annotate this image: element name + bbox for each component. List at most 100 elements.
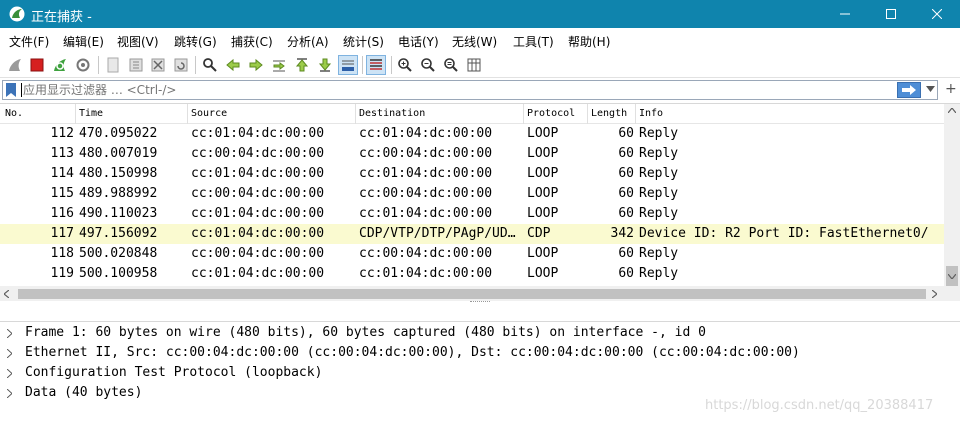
- packet-list-pane: No. Time Source Destination Protocol Len…: [0, 103, 960, 302]
- horizontal-scrollbar[interactable]: [0, 286, 944, 302]
- table-row[interactable]: 114 480.150998 cc:01:04:dc:00:00 cc:01:0…: [0, 164, 944, 184]
- menu-capture[interactable]: 捕获(C): [231, 33, 273, 50]
- chevron-right-icon[interactable]: [932, 290, 937, 298]
- detail-tree-item[interactable]: Ethernet II, Src: cc:00:04:dc:00:00 (cc:…: [0, 343, 960, 363]
- menu-help[interactable]: 帮助(H): [568, 33, 610, 50]
- add-filter-button[interactable]: +: [945, 81, 957, 97]
- table-row[interactable]: 118 500.020848 cc:00:04:dc:00:00 cc:00:0…: [0, 244, 944, 264]
- capture-options-button[interactable]: [73, 55, 93, 75]
- bookmark-icon[interactable]: [5, 83, 17, 97]
- cell-source: cc:00:04:dc:00:00: [191, 246, 325, 261]
- colorize-icon: [370, 59, 382, 70]
- horizontal-scroll-thumb[interactable]: [18, 289, 926, 299]
- open-file-button[interactable]: [103, 55, 123, 75]
- zoom-in-button[interactable]: [395, 55, 415, 75]
- go-first-button[interactable]: [292, 55, 312, 75]
- menu-telephony[interactable]: 电话(Y): [398, 33, 439, 50]
- column-divider[interactable]: [587, 104, 588, 124]
- chevron-right-icon[interactable]: [7, 329, 12, 338]
- menu-file[interactable]: 文件(F): [9, 33, 49, 50]
- cell-protocol: LOOP: [527, 166, 559, 181]
- cell-length: 342: [610, 226, 634, 241]
- chevron-right-icon[interactable]: [7, 369, 12, 378]
- chevron-down-icon[interactable]: [926, 86, 935, 92]
- zoom-normal-button[interactable]: [441, 55, 461, 75]
- cell-info: Reply: [639, 206, 679, 221]
- menu-view[interactable]: 视图(V): [117, 33, 159, 50]
- pane-splitter[interactable]: [0, 301, 960, 303]
- close-button[interactable]: [914, 0, 960, 28]
- column-divider[interactable]: [355, 104, 356, 124]
- column-divider[interactable]: [523, 104, 524, 124]
- column-header-destination[interactable]: Destination: [359, 108, 425, 119]
- cell-no: 115: [50, 186, 74, 201]
- vertical-scrollbar[interactable]: [944, 104, 960, 286]
- menu-statistics[interactable]: 统计(S): [343, 33, 384, 50]
- main-toolbar: [0, 52, 960, 78]
- splitter-grip[interactable]: [470, 301, 490, 303]
- chevron-right-icon[interactable]: [7, 349, 12, 358]
- cell-info: Reply: [639, 146, 679, 161]
- detail-data: Data (40 bytes): [25, 385, 143, 400]
- reload-file-button[interactable]: [171, 55, 191, 75]
- save-file-icon: [129, 58, 143, 72]
- cell-no: 119: [50, 266, 74, 281]
- column-header-info[interactable]: Info: [639, 108, 663, 119]
- column-header-no[interactable]: No.: [5, 108, 23, 119]
- reload-file-icon: [174, 58, 188, 72]
- column-divider[interactable]: [75, 104, 76, 124]
- column-header-time[interactable]: Time: [79, 108, 103, 119]
- display-filter-input[interactable]: [23, 82, 883, 98]
- auto-scroll-button[interactable]: [338, 55, 358, 75]
- table-row[interactable]: 112 470.095022 cc:01:04:dc:00:00 cc:01:0…: [0, 124, 944, 144]
- apply-filter-button[interactable]: [897, 82, 921, 98]
- go-to-packet-icon: [273, 60, 285, 72]
- column-header-protocol[interactable]: Protocol: [527, 108, 575, 119]
- detail-tree-item[interactable]: Frame 1: 60 bytes on wire (480 bits), 60…: [0, 323, 960, 343]
- cell-no: 112: [50, 126, 74, 141]
- maximize-icon: [886, 9, 896, 19]
- menu-tools[interactable]: 工具(T): [513, 33, 554, 50]
- go-back-button[interactable]: [223, 55, 243, 75]
- resize-columns-icon: [467, 58, 481, 72]
- restart-capture-button[interactable]: [50, 55, 70, 75]
- stop-capture-button[interactable]: [27, 55, 47, 75]
- chevron-right-icon[interactable]: [7, 389, 12, 398]
- table-row[interactable]: 113 480.007019 cc:00:04:dc:00:00 cc:00:0…: [0, 144, 944, 164]
- close-file-button[interactable]: [148, 55, 168, 75]
- chevron-up-icon[interactable]: [948, 108, 956, 113]
- zoom-out-button[interactable]: [418, 55, 438, 75]
- chevron-left-icon[interactable]: [4, 290, 9, 298]
- menu-wireless[interactable]: 无线(W): [452, 33, 497, 50]
- colorize-button[interactable]: [366, 55, 386, 75]
- cell-time: 500.020848: [79, 246, 158, 261]
- table-row[interactable]: 116 490.110023 cc:01:04:dc:00:00 cc:01:0…: [0, 204, 944, 224]
- menu-analyze[interactable]: 分析(A): [287, 33, 329, 50]
- column-header-length[interactable]: Length: [591, 108, 627, 119]
- minimize-button[interactable]: [822, 0, 868, 28]
- go-last-button[interactable]: [315, 55, 335, 75]
- menu-go[interactable]: 跳转(G): [174, 33, 217, 50]
- cell-info: Reply: [639, 126, 679, 141]
- menu-edit[interactable]: 编辑(E): [63, 33, 104, 50]
- scrollbar-corner: [944, 286, 960, 302]
- chevron-down-icon[interactable]: [948, 274, 956, 279]
- cell-destination: cc:00:04:dc:00:00: [359, 186, 493, 201]
- go-forward-button[interactable]: [246, 55, 266, 75]
- watermark: https://blog.csdn.net/qq_20388417: [705, 398, 934, 413]
- find-packet-button[interactable]: [200, 55, 220, 75]
- table-row[interactable]: 115 489.988992 cc:00:04:dc:00:00 cc:00:0…: [0, 184, 944, 204]
- maximize-button[interactable]: [868, 0, 914, 28]
- save-file-button[interactable]: [126, 55, 146, 75]
- column-divider[interactable]: [635, 104, 636, 124]
- go-to-packet-button[interactable]: [269, 55, 289, 75]
- packet-rows: 112 470.095022 cc:01:04:dc:00:00 cc:01:0…: [0, 124, 944, 284]
- resize-columns-button[interactable]: [464, 55, 484, 75]
- table-row[interactable]: 119 500.100958 cc:01:04:dc:00:00 cc:01:0…: [0, 264, 944, 284]
- column-header-source[interactable]: Source: [191, 108, 227, 119]
- start-capture-button[interactable]: [5, 55, 25, 75]
- column-divider[interactable]: [187, 104, 188, 124]
- cell-source: cc:01:04:dc:00:00: [191, 166, 325, 181]
- table-row-highlighted[interactable]: 117 497.156092 cc:01:04:dc:00:00 CDP/VTP…: [0, 224, 944, 244]
- detail-tree-item[interactable]: Configuration Test Protocol (loopback): [0, 363, 960, 383]
